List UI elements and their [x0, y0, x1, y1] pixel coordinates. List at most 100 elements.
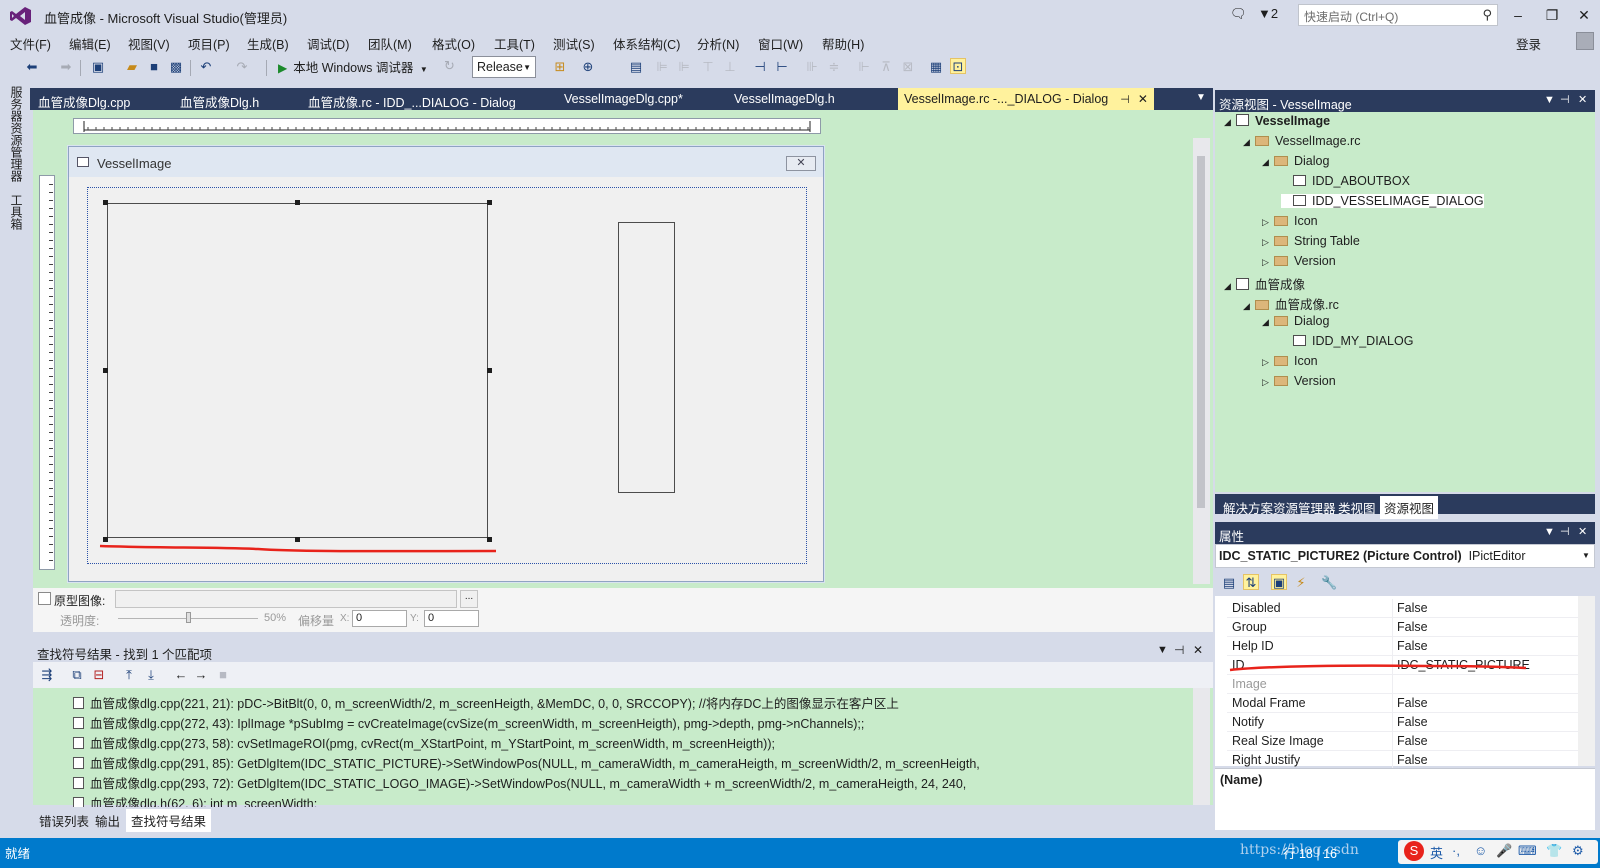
- test-dialog-icon[interactable]: ▤: [628, 59, 644, 75]
- categorized-icon[interactable]: ▤: [1221, 575, 1237, 591]
- server-explorer-tab[interactable]: 服务器资源管理器: [8, 86, 25, 182]
- resize-handle[interactable]: [103, 537, 108, 542]
- minimize-button[interactable]: –: [1504, 4, 1532, 26]
- tab-solution-explorer[interactable]: 解决方案资源管理器: [1219, 496, 1340, 519]
- resize-handle[interactable]: [487, 200, 492, 205]
- make-same-size-icon[interactable]: ⊠: [900, 59, 916, 75]
- pin-icon[interactable]: ⊣: [1174, 643, 1184, 657]
- space-down-icon[interactable]: ≑: [826, 59, 842, 75]
- close-panel-icon[interactable]: ✕: [1578, 93, 1587, 106]
- tab-vessel-dlg-cpp-cn[interactable]: 血管成像Dlg.cpp: [32, 88, 136, 110]
- close-window-button[interactable]: ✕: [1570, 4, 1598, 26]
- tab-resource-view[interactable]: 资源视图: [1380, 496, 1439, 519]
- alphabetical-icon[interactable]: ⇅: [1243, 574, 1259, 590]
- keyboard-icon[interactable]: ⌨: [1518, 843, 1537, 859]
- find-icon[interactable]: ⊕: [580, 59, 596, 75]
- resize-handle[interactable]: [487, 368, 492, 373]
- panel-dropdown-icon[interactable]: ▼: [1157, 644, 1168, 656]
- property-row[interactable]: Modal Frame False: [1227, 694, 1581, 713]
- prototype-image-checkbox[interactable]: [38, 592, 51, 605]
- tab-dropdown-icon[interactable]: ▼: [1196, 92, 1206, 103]
- close-tab-icon[interactable]: ✕: [1138, 92, 1148, 106]
- space-across-icon[interactable]: ⊪: [804, 59, 820, 75]
- panel-dropdown-icon[interactable]: ▼: [1544, 526, 1555, 538]
- skin-icon[interactable]: 👕: [1546, 843, 1562, 859]
- align-right-icon[interactable]: ⊫: [676, 59, 692, 75]
- picture-control-selected[interactable]: [107, 203, 488, 538]
- expand-arrow-icon[interactable]: ▷: [1262, 237, 1274, 248]
- property-value[interactable]: False: [1397, 715, 1428, 729]
- editor-vertical-scrollbar[interactable]: [1193, 138, 1210, 584]
- refresh-icon[interactable]: ↻: [444, 58, 455, 74]
- list-item[interactable]: 血管成像dlg.cpp(291, 85): GetDlgItem(IDC_STA…: [73, 753, 980, 772]
- close-panel-icon[interactable]: ✕: [1578, 525, 1587, 538]
- menu-format[interactable]: 格式(O): [432, 34, 475, 53]
- offset-y-spinner[interactable]: 0: [424, 610, 479, 627]
- properties-icon[interactable]: ▣: [1271, 574, 1287, 590]
- tree-node[interactable]: ◢ 血管成像: [1224, 274, 1305, 293]
- menu-analyze[interactable]: 分析(N): [697, 34, 739, 53]
- list-item[interactable]: 血管成像dlg.cpp(272, 43): IplImage *pSubImg …: [73, 713, 864, 732]
- tree-node[interactable]: ▷ Icon: [1262, 214, 1318, 228]
- toggle-guides-icon[interactable]: ⊡: [950, 58, 966, 74]
- properties-vertical-scrollbar[interactable]: [1578, 596, 1595, 766]
- list-item[interactable]: 血管成像dlg.cpp(221, 21): pDC->BitBlt(0, 0, …: [73, 693, 899, 712]
- tab-find-symbol-results[interactable]: 查找符号结果: [126, 809, 212, 832]
- feedback-icon[interactable]: 🗨: [1230, 6, 1247, 22]
- expand-arrow-icon[interactable]: ▷: [1262, 377, 1274, 388]
- expand-icon[interactable]: ⤓: [143, 667, 159, 683]
- property-value[interactable]: False: [1397, 753, 1428, 767]
- close-panel-icon[interactable]: ✕: [1193, 643, 1203, 657]
- open-file-icon[interactable]: ▰: [124, 59, 140, 75]
- quick-launch-input[interactable]: 快速启动 (Ctrl+Q) ⚲: [1298, 4, 1498, 26]
- menu-window[interactable]: 窗口(W): [758, 34, 803, 53]
- resize-handle[interactable]: [295, 200, 300, 205]
- center-horizontal-icon[interactable]: ⊢: [774, 59, 790, 75]
- tab-class-view[interactable]: 类视图: [1334, 496, 1380, 519]
- collapse-arrow-icon[interactable]: ◢: [1224, 117, 1236, 128]
- restore-button[interactable]: ❐: [1538, 4, 1566, 26]
- tab-vesselimage-rc-dialog[interactable]: VesselImage.rc -..._DIALOG - Dialog ⊣ ✕: [898, 88, 1154, 110]
- make-same-height-icon[interactable]: ⊼: [878, 59, 894, 75]
- previous-result-icon[interactable]: ←: [173, 667, 189, 683]
- toggle-grid-icon[interactable]: ▦: [928, 59, 944, 75]
- notifications-flag[interactable]: ▼2: [1258, 6, 1278, 21]
- tree-node[interactable]: ▷ String Table: [1262, 234, 1360, 248]
- expand-arrow-icon[interactable]: ▷: [1262, 217, 1274, 228]
- undo-icon[interactable]: ↶: [198, 59, 214, 75]
- menu-team[interactable]: 团队(M): [368, 34, 412, 53]
- panel-dropdown-icon[interactable]: ▼: [1544, 94, 1555, 106]
- menu-architecture[interactable]: 体系结构(C): [613, 34, 680, 53]
- chevron-down-icon[interactable]: ▼: [1582, 551, 1590, 560]
- start-debugging-button[interactable]: ▶ 本地 Windows 调试器 ▼: [278, 57, 428, 76]
- tab-vesselimagedlg-cpp[interactable]: VesselImageDlg.cpp*: [558, 88, 689, 110]
- opacity-slider-thumb[interactable]: [186, 612, 191, 623]
- emoji-icon[interactable]: ☺: [1474, 843, 1487, 858]
- menu-debug[interactable]: 调试(D): [307, 34, 349, 53]
- property-value[interactable]: False: [1397, 734, 1428, 748]
- property-value[interactable]: False: [1397, 601, 1428, 615]
- tab-error-list[interactable]: 错误列表: [34, 809, 94, 832]
- tree-node[interactable]: IDD_ABOUTBOX: [1281, 174, 1410, 188]
- pin-icon[interactable]: ⊣: [1560, 525, 1570, 538]
- toolbox-tab[interactable]: 工具箱: [8, 194, 25, 230]
- tree-node[interactable]: ◢ 血管成像.rc: [1243, 294, 1339, 313]
- tree-node[interactable]: IDD_VESSELIMAGE_DIALOG: [1281, 194, 1484, 208]
- resize-handle[interactable]: [487, 537, 492, 542]
- tab-output[interactable]: 输出: [90, 809, 125, 832]
- property-row[interactable]: Disabled False: [1227, 599, 1581, 618]
- save-icon[interactable]: ■: [146, 59, 162, 75]
- collapse-arrow-icon[interactable]: ◢: [1262, 157, 1274, 168]
- property-row[interactable]: Image: [1227, 675, 1581, 694]
- navigate-back-icon[interactable]: ⬅: [24, 59, 40, 75]
- scrollbar-thumb[interactable]: [1197, 156, 1205, 508]
- ime-language-toggle[interactable]: 英: [1430, 843, 1443, 862]
- list-item[interactable]: 血管成像dlg.cpp(293, 72): GetDlgItem(IDC_STA…: [73, 773, 966, 792]
- tree-node[interactable]: ◢ VesselImage.rc: [1243, 134, 1360, 148]
- sign-in-link[interactable]: 登录: [1516, 34, 1541, 53]
- property-value[interactable]: False: [1397, 696, 1428, 710]
- collapse-arrow-icon[interactable]: ◢: [1243, 137, 1255, 148]
- align-top-icon[interactable]: ⊤: [700, 59, 716, 75]
- collapse-arrow-icon[interactable]: ◢: [1262, 317, 1274, 328]
- property-value[interactable]: False: [1397, 639, 1428, 653]
